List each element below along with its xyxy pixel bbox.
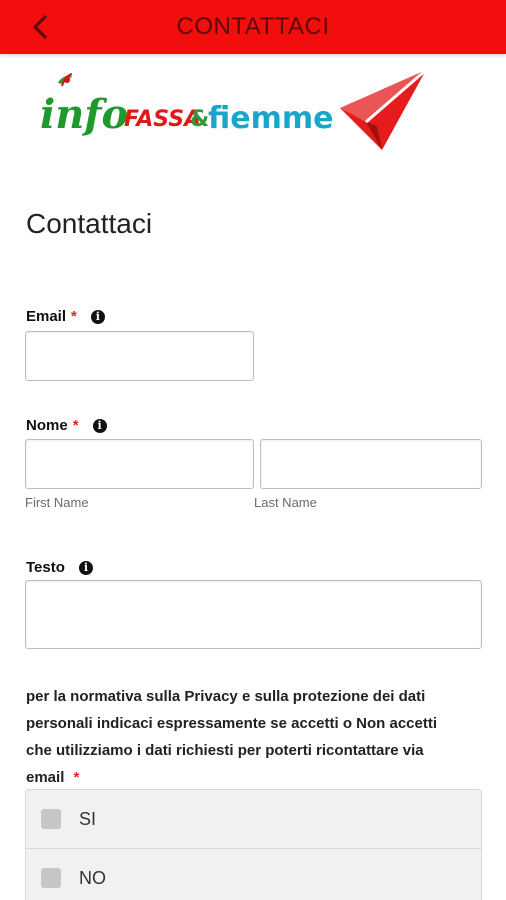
paper-plane-icon (340, 68, 427, 150)
privacy-statement: per la normativa sulla Privacy e sulla p… (26, 688, 438, 786)
privacy-text: per la normativa sulla Privacy e sulla p… (26, 683, 456, 791)
brand-logo: info FASSA & fiemme (36, 66, 436, 156)
info-icon[interactable]: i (92, 418, 107, 433)
last-name-hint: Last Name (254, 495, 317, 510)
info-icon[interactable]: i (90, 309, 105, 324)
option-si[interactable]: SI (26, 790, 481, 849)
message-textarea[interactable] (25, 580, 482, 649)
required-mark: * (73, 769, 80, 786)
checkbox[interactable] (41, 868, 61, 888)
info-icon[interactable]: i (78, 560, 93, 575)
option-no[interactable]: NO (26, 849, 481, 900)
email-label-row: Email * i (26, 308, 105, 325)
checkbox[interactable] (41, 809, 61, 829)
privacy-options: SI NO (25, 789, 482, 900)
email-label: Email (26, 308, 67, 325)
first-name-field[interactable] (25, 439, 254, 489)
page-title: Contattaci (26, 208, 153, 239)
required-mark: * (72, 417, 79, 434)
header-title: CONTATTACI (176, 13, 330, 40)
sprig-icon (58, 73, 73, 87)
option-label: NO (79, 867, 106, 888)
first-name-hint: First Name (25, 495, 89, 510)
app-header: CONTATTACI (0, 0, 506, 54)
logo-fiemme-text: fiemme (208, 101, 333, 136)
logo-info-text: info (40, 91, 128, 138)
nome-label-row: Nome * i (26, 417, 107, 434)
logo-amp-text: & (190, 107, 209, 132)
last-name-field[interactable] (260, 439, 482, 489)
nome-label: Nome (26, 417, 68, 434)
option-label: SI (79, 808, 97, 829)
email-field[interactable] (25, 331, 254, 381)
testo-label-row: Testo i (26, 559, 93, 576)
testo-label: Testo (26, 559, 65, 576)
required-mark: * (71, 308, 77, 325)
